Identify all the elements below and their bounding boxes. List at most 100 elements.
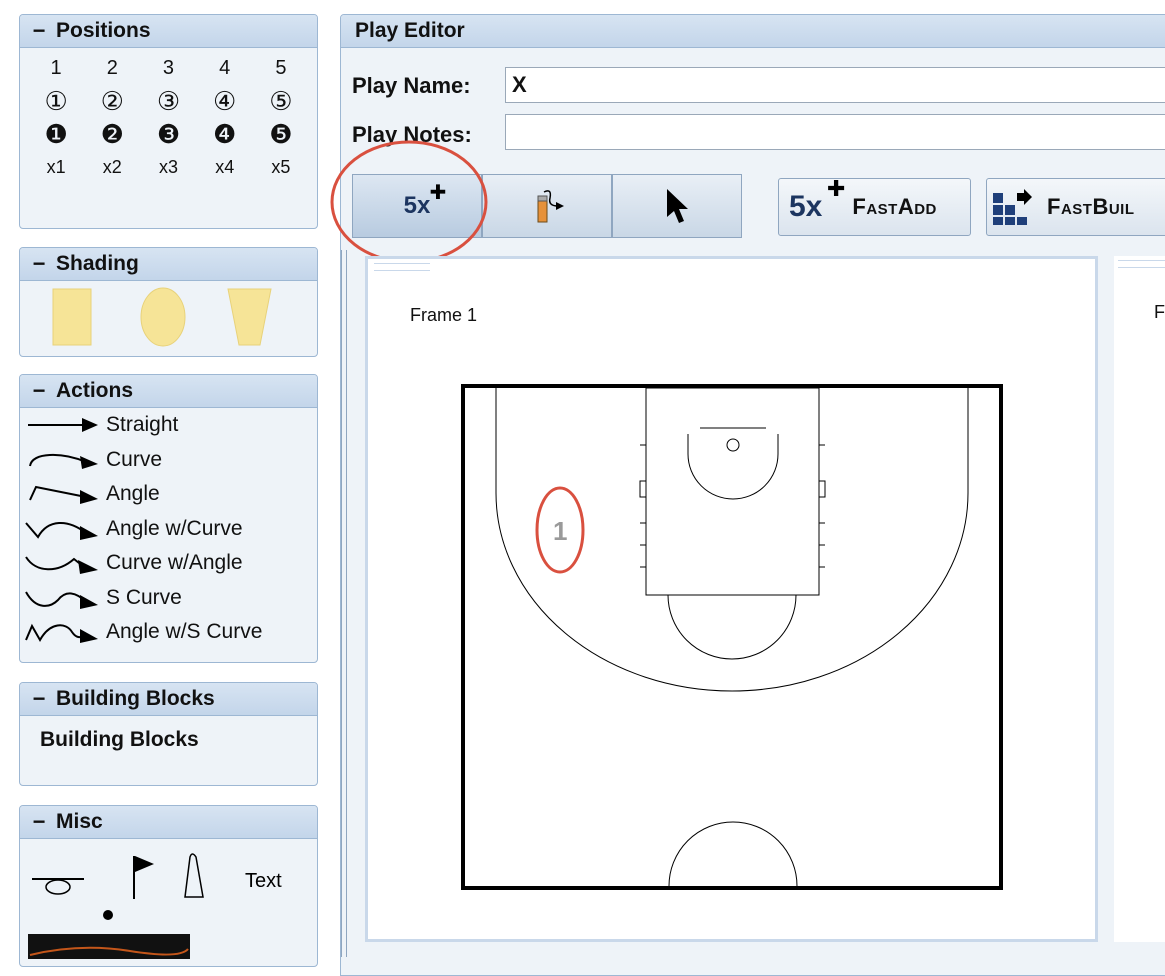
trapezoid-shade-icon[interactable]	[227, 288, 272, 346]
position-dark-row: ❶ ❷ ❸ ❹ ❺	[20, 118, 317, 151]
action-angle[interactable]: Angle	[20, 477, 317, 512]
misc-header[interactable]: − Misc	[20, 806, 317, 839]
action-curve-angle[interactable]: Curve w/Angle	[20, 546, 317, 581]
straight-arrow-icon	[28, 418, 98, 433]
action-s-curve[interactable]: S Curve	[20, 581, 317, 616]
building-blocks-item[interactable]: Building Blocks	[20, 716, 317, 752]
frame-1[interactable]: Frame 1 1	[365, 256, 1098, 942]
collapse-icon[interactable]: −	[30, 380, 48, 402]
play-editor-title: Play Editor	[355, 19, 465, 42]
position-x[interactable]: x5	[253, 151, 309, 184]
court-diagram[interactable]: 1	[368, 259, 1095, 939]
shading-title: Shading	[56, 252, 139, 275]
position-x[interactable]: x4	[197, 151, 253, 184]
position-numbers-row: 1 2 3 4 5	[20, 52, 317, 85]
flag-icon[interactable]	[133, 856, 154, 899]
position-number[interactable]: 1	[28, 52, 84, 85]
annotation-ellipse	[330, 140, 488, 264]
misc-tools: Text	[28, 853, 282, 959]
collapse-icon[interactable]: −	[30, 253, 48, 275]
rectangle-shade-icon[interactable]	[52, 288, 92, 346]
curve-arrow-icon	[29, 453, 98, 469]
actions-panel: − Actions Straight Curve Angle Angle w/C…	[19, 374, 318, 663]
fast-add-button[interactable]: 5x ✚ FastAdd	[778, 176, 971, 236]
position-circled-row: ① ② ③ ④ ⑤	[20, 85, 317, 118]
player-marker[interactable]: 1	[553, 516, 567, 546]
position-number[interactable]: 4	[197, 52, 253, 85]
action-curve[interactable]: Curve	[20, 443, 317, 478]
cone-icon[interactable]	[184, 853, 204, 898]
editor-left-border	[341, 250, 347, 957]
position-number[interactable]: 2	[84, 52, 140, 85]
action-angle-s-curve[interactable]: Angle w/S Curve	[20, 615, 317, 650]
text-tool[interactable]: Text	[245, 870, 282, 892]
center-circle	[668, 821, 798, 887]
action-label: Angle	[106, 482, 160, 506]
draw-action-mode-button[interactable]	[482, 174, 612, 238]
position-x[interactable]: x1	[28, 151, 84, 184]
action-angle-curve[interactable]: Angle w/Curve	[20, 512, 317, 547]
shading-header[interactable]: − Shading	[20, 248, 317, 281]
position-number[interactable]: 3	[140, 52, 196, 85]
position-dark[interactable]: ❸	[140, 118, 196, 151]
position-circled[interactable]: ④	[197, 85, 253, 118]
angle-curve-arrow-icon	[25, 521, 98, 540]
positions-header[interactable]: − Positions	[20, 15, 317, 48]
position-number[interactable]: 5	[253, 52, 309, 85]
actions-header[interactable]: − Actions	[20, 375, 317, 408]
hoop	[726, 438, 740, 452]
building-blocks-title: Building Blocks	[56, 687, 215, 710]
action-straight[interactable]: Straight	[20, 408, 317, 443]
frame-drag-handle[interactable]	[1118, 260, 1165, 268]
position-circled[interactable]: ①	[28, 85, 84, 118]
angle-s-curve-arrow-icon	[25, 624, 98, 644]
position-circled[interactable]: ②	[84, 85, 140, 118]
fast-build-button[interactable]: FastBuil	[986, 178, 1165, 236]
position-circled[interactable]: ③	[140, 85, 196, 118]
fast-build-label: FastBuil	[1047, 194, 1135, 219]
court-boundary	[461, 384, 1003, 890]
angle-arrow-icon	[29, 486, 98, 505]
action-label: Angle w/S Curve	[106, 620, 263, 644]
action-label: S Curve	[106, 585, 182, 609]
free-throw-circle	[667, 594, 797, 660]
building-blocks-panel: − Building Blocks Building Blocks	[19, 682, 318, 786]
ball-icon[interactable]	[103, 910, 113, 920]
action-label: Straight	[106, 413, 179, 437]
position-circled[interactable]: ⑤	[253, 85, 309, 118]
cursor-arrow-icon	[667, 189, 688, 223]
collapse-icon[interactable]: −	[30, 811, 48, 833]
fast-build-icon	[993, 189, 1032, 225]
pencil-arrow-icon	[537, 190, 564, 223]
frame-2[interactable]: F	[1114, 256, 1165, 942]
action-label: Angle w/Curve	[106, 516, 243, 540]
misc-panel: − Misc Text	[19, 805, 318, 967]
collapse-icon[interactable]: −	[30, 688, 48, 710]
building-blocks-header[interactable]: − Building Blocks	[20, 683, 317, 716]
basket-icon[interactable]	[32, 878, 84, 895]
positions-panel: − Positions 1 2 3 4 5 ① ② ③ ④ ⑤ ❶ ❷ ❸ ❹ …	[19, 14, 318, 229]
position-x-row: x1 x2 x3 x4 x5	[20, 151, 317, 184]
fast-add-label: FastAdd	[852, 194, 937, 219]
play-editor-header: Play Editor	[341, 15, 1165, 48]
frame-2-label: F	[1154, 302, 1165, 322]
lane-hash-marks	[639, 444, 826, 568]
positions-title: Positions	[56, 19, 151, 42]
position-x[interactable]: x2	[84, 151, 140, 184]
s-curve-arrow-icon	[25, 591, 98, 609]
position-dark[interactable]: ❹	[197, 118, 253, 151]
play-notes-input[interactable]	[505, 114, 1165, 150]
position-dark[interactable]: ❷	[84, 118, 140, 151]
lane	[645, 387, 820, 596]
play-name-input[interactable]: X	[505, 67, 1165, 103]
collapse-icon[interactable]: −	[30, 20, 48, 42]
action-label: Curve w/Angle	[106, 551, 243, 575]
select-mode-button[interactable]	[612, 174, 742, 238]
misc-title: Misc	[56, 810, 103, 833]
position-dark[interactable]: ❶	[28, 118, 84, 151]
shading-shapes	[52, 287, 272, 347]
ellipse-shade-icon[interactable]	[140, 287, 186, 347]
position-dark[interactable]: ❺	[253, 118, 309, 151]
five-x-plus-icon: 5x ✚	[789, 176, 846, 223]
position-x[interactable]: x3	[140, 151, 196, 184]
